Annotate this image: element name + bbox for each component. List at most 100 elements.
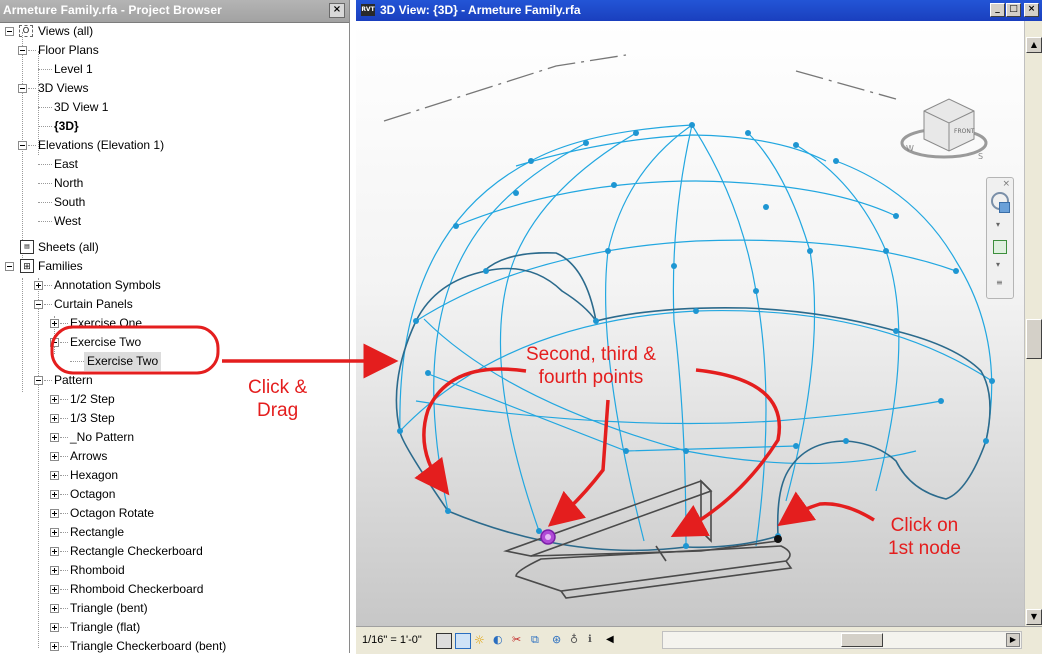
collapse-toggle[interactable] xyxy=(34,376,43,385)
project-browser-tree: O Views (all) Floor Plans Level 1 3D Vie… xyxy=(0,22,349,653)
chevron-down-icon[interactable]: ▾ xyxy=(996,220,1000,229)
tree-node-label: Rhomboid xyxy=(70,563,125,577)
info-icon[interactable]: ℹ xyxy=(588,633,602,647)
expand-toggle[interactable] xyxy=(50,471,59,480)
tree-node-west[interactable]: West xyxy=(0,212,349,231)
visual-style-icon[interactable] xyxy=(455,633,471,649)
collapse-toggle[interactable] xyxy=(50,338,59,347)
scroll-down-button[interactable]: ▼ xyxy=(1026,609,1042,625)
chevron-down-icon[interactable]: ▾ xyxy=(996,260,1000,269)
expand-toggle[interactable] xyxy=(50,509,59,518)
expand-toggle[interactable] xyxy=(34,281,43,290)
tree-node-label: 3D Views xyxy=(38,81,89,95)
expand-toggle[interactable] xyxy=(50,566,59,575)
scroll-right-icon[interactable]: ▶ xyxy=(1006,633,1020,647)
tree-node-pattern-item[interactable]: Triangle (bent) xyxy=(0,599,349,618)
tree-connector xyxy=(60,475,68,476)
options-icon[interactable]: ≡ xyxy=(996,278,1003,287)
close-icon[interactable]: × xyxy=(1002,179,1010,189)
tree-node-pattern-item[interactable]: Rectangle Checkerboard xyxy=(0,542,349,561)
collapse-toggle[interactable] xyxy=(5,27,14,36)
tree-node-curtain-panels[interactable]: Curtain Panels xyxy=(0,295,349,314)
expand-toggle[interactable] xyxy=(50,604,59,613)
temporary-hide-icon[interactable]: ⊛ xyxy=(552,633,566,647)
scroll-left-icon[interactable]: ◀ xyxy=(606,633,620,647)
sun-path-icon[interactable]: ☼ xyxy=(474,633,488,647)
tree-node-elevations[interactable]: Elevations (Elevation 1) xyxy=(0,136,349,155)
tree-node-pattern-item[interactable]: Octagon Rotate xyxy=(0,504,349,523)
expand-toggle[interactable] xyxy=(50,528,59,537)
project-browser-panel: Armeture Family.rfa - Project Browser × … xyxy=(0,0,350,653)
expand-toggle[interactable] xyxy=(50,642,59,651)
tree-node-east[interactable]: East xyxy=(0,155,349,174)
restore-button[interactable]: □ xyxy=(1006,3,1021,17)
tree-node-label: 1/3 Step xyxy=(70,411,115,425)
tree-node-label-selected[interactable]: Exercise Two xyxy=(84,352,162,371)
detail-level-icon[interactable] xyxy=(436,633,452,649)
tree-node-exercise-one[interactable]: Exercise One xyxy=(0,314,349,333)
zoom-region-icon[interactable] xyxy=(993,240,1007,254)
tree-node-pattern-item[interactable]: Octagon xyxy=(0,485,349,504)
collapse-toggle[interactable] xyxy=(5,262,14,271)
tree-node-3d-current[interactable]: {3D} xyxy=(0,117,349,136)
scroll-up-button[interactable]: ▲ xyxy=(1026,37,1042,53)
tree-node-pattern-item[interactable]: Rhomboid xyxy=(0,561,349,580)
expand-toggle[interactable] xyxy=(50,433,59,442)
tree-connector xyxy=(60,570,68,571)
tree-node-label: Octagon xyxy=(70,487,116,501)
show-crop-icon[interactable]: ⧉ xyxy=(531,633,545,647)
tree-node-pattern-item[interactable]: _No Pattern xyxy=(0,428,349,447)
project-browser-close-button[interactable]: × xyxy=(329,3,345,18)
tree-node-3d-view-1[interactable]: 3D View 1 xyxy=(0,98,349,117)
tree-node-label: {3D} xyxy=(54,119,79,133)
expand-toggle[interactable] xyxy=(50,319,59,328)
horizontal-scroll-thumb[interactable] xyxy=(841,633,883,647)
tree-node-3d-views[interactable]: 3D Views xyxy=(0,79,349,98)
expand-toggle[interactable] xyxy=(50,490,59,499)
minimize-button[interactable]: _ xyxy=(990,3,1005,17)
tree-node-south[interactable]: South xyxy=(0,193,349,212)
tree-node-label: Pattern xyxy=(54,373,93,387)
families-icon: ⊞ xyxy=(20,259,34,273)
tree-node-label: Rectangle xyxy=(70,525,125,539)
expand-toggle[interactable] xyxy=(50,395,59,404)
collapse-toggle[interactable] xyxy=(18,141,27,150)
reveal-hidden-icon[interactable]: ♁ xyxy=(570,633,584,647)
tree-node-north[interactable]: North xyxy=(0,174,349,193)
tree-node-pattern-item[interactable]: Arrows xyxy=(0,447,349,466)
tree-node-pattern-item[interactable]: Rhomboid Checkerboard xyxy=(0,580,349,599)
shadows-icon[interactable]: ◐ xyxy=(493,633,507,647)
tree-node-floor-plans[interactable]: Floor Plans xyxy=(0,41,349,60)
tree-node-sheets-all[interactable]: ▤ Sheets (all) xyxy=(0,238,349,257)
tree-connector xyxy=(60,494,68,495)
collapse-toggle[interactable] xyxy=(18,84,27,93)
tree-node-pattern-item[interactable]: Triangle (flat) xyxy=(0,618,349,637)
tree-node-pattern-item[interactable]: Hexagon xyxy=(0,466,349,485)
expand-toggle[interactable] xyxy=(50,452,59,461)
tree-node-pattern-item[interactable]: Rectangle xyxy=(0,523,349,542)
vertical-scrollbar[interactable]: ▲ ▼ xyxy=(1024,21,1042,626)
tree-connector xyxy=(38,126,52,127)
tree-node-annotation-symbols[interactable]: Annotation Symbols xyxy=(0,276,349,295)
close-button[interactable]: × xyxy=(1024,3,1039,17)
tree-node-views-all[interactable]: O Views (all) xyxy=(0,22,349,41)
tree-node-level-1[interactable]: Level 1 xyxy=(0,60,349,79)
collapse-toggle[interactable] xyxy=(18,46,27,55)
tree-node-pattern-item[interactable]: Triangle Checkerboard (bent) xyxy=(0,637,349,653)
view-titlebar[interactable]: RVT 3D View: {3D} - Armeture Family.rfa … xyxy=(356,0,1042,21)
vertical-scroll-thumb[interactable] xyxy=(1026,319,1042,359)
expand-toggle[interactable] xyxy=(50,585,59,594)
expand-toggle[interactable] xyxy=(50,414,59,423)
cube-nav-icon[interactable] xyxy=(999,202,1010,213)
view-scale[interactable]: 1/16" = 1'-0" xyxy=(362,634,422,646)
collapse-toggle[interactable] xyxy=(34,300,43,309)
tree-node-exercise-two[interactable]: Exercise Two xyxy=(0,333,349,352)
tree-node-families[interactable]: ⊞ Families xyxy=(0,257,349,276)
tree-node-exercise-two-type[interactable]: Exercise Two xyxy=(0,352,349,371)
crop-view-icon[interactable]: ✂ xyxy=(512,633,526,647)
horizontal-scrollbar[interactable]: ▶ xyxy=(662,631,1022,649)
expand-toggle[interactable] xyxy=(50,547,59,556)
tree-connector xyxy=(38,107,52,108)
expand-toggle[interactable] xyxy=(50,623,59,632)
project-browser-titlebar[interactable]: Armeture Family.rfa - Project Browser × xyxy=(0,0,349,23)
